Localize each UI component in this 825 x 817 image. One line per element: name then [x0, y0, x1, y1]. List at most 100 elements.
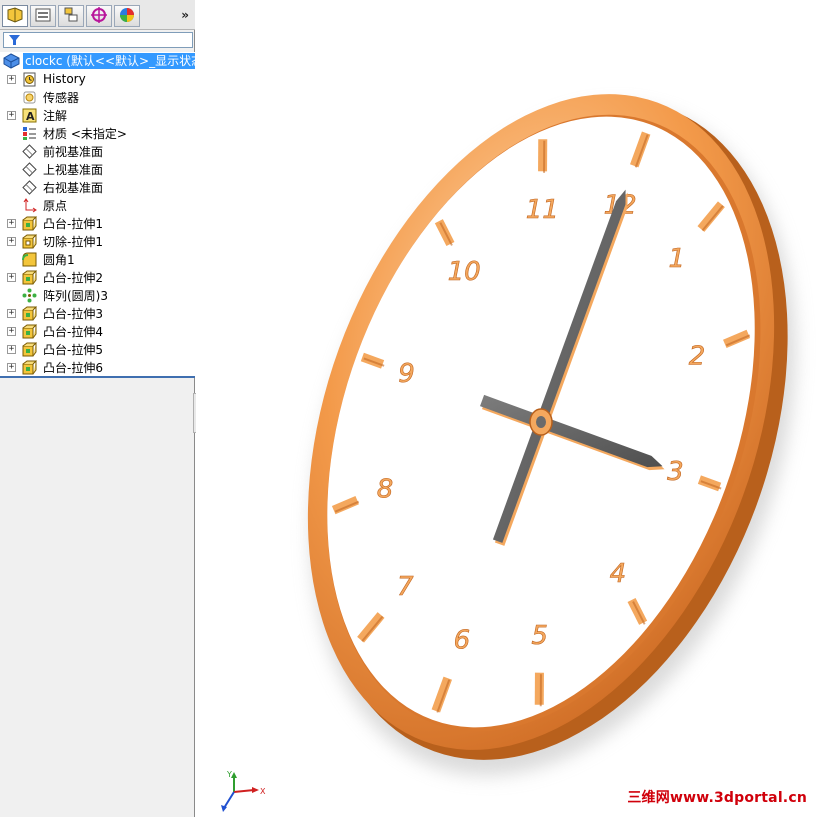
extrude-boss-icon: [21, 305, 38, 321]
configuration-suffix: (默认<<默认>_显示状态: [66, 54, 195, 68]
tree-item[interactable]: + 凸台-拉伸4: [0, 322, 195, 340]
tree-item-label: 注解: [43, 108, 68, 123]
tree-item-label: 凸台-拉伸1: [43, 216, 103, 231]
hour-numeral: 3: [667, 457, 684, 487]
tree-item[interactable]: 圆角1: [0, 250, 195, 268]
property-manager-tab[interactable]: [30, 5, 56, 27]
hour-numeral: 10: [448, 257, 481, 287]
tree-item[interactable]: + 凸台-拉伸6: [0, 358, 195, 376]
tree-expand-toggle[interactable]: +: [7, 362, 16, 372]
part-name: clockc: [25, 54, 63, 68]
hour-numeral: 4: [610, 559, 627, 589]
view-orientation-triad: Y X: [214, 768, 274, 817]
tree-expand-toggle[interactable]: +: [7, 74, 16, 84]
tree-item-label: 凸台-拉伸4: [43, 324, 103, 339]
tree-item[interactable]: 上视基准面: [0, 160, 195, 178]
tree-item[interactable]: 右视基准面: [0, 178, 195, 196]
panel-tab-bar: »: [0, 0, 195, 30]
tree-expand-toggle[interactable]: +: [7, 344, 16, 354]
dimxpert-icon: [90, 6, 108, 26]
tree-item[interactable]: 材质 <未指定>: [0, 124, 195, 142]
tree-item[interactable]: + 凸台-拉伸5: [0, 340, 195, 358]
hour-numeral: 5: [531, 621, 548, 651]
svg-text:A: A: [26, 110, 35, 123]
sensor-icon: [21, 89, 38, 105]
plane-icon: [21, 161, 38, 177]
tree-item-label: 前视基准面: [43, 144, 104, 159]
hour-numeral: 9: [398, 359, 415, 389]
tree-expand-toggle[interactable]: +: [7, 218, 16, 228]
tree-item-label: 原点: [43, 198, 68, 213]
tree-item[interactable]: + 凸台-拉伸1: [0, 214, 195, 232]
feature-tree-icon: [6, 6, 24, 26]
tree-item-label: 圆角1: [43, 252, 75, 267]
tree-item[interactable]: + A 注解: [0, 106, 195, 124]
clock-model: 123456789101112: [307, 94, 796, 776]
watermark-text: 三维网www.3dportal.cn: [627, 790, 807, 806]
origin-icon: [21, 197, 38, 213]
hour-numeral: 6: [454, 625, 471, 655]
hour-numeral: 8: [377, 474, 394, 504]
tree-item-label: 凸台-拉伸6: [43, 360, 103, 375]
tree-item-label: 凸台-拉伸3: [43, 306, 103, 321]
feature-manager-tab[interactable]: [2, 5, 28, 27]
center-pin: [536, 416, 546, 428]
extrude-boss-icon: [21, 341, 38, 357]
extrude-boss-icon: [21, 359, 38, 375]
hour-numeral: 1: [668, 244, 685, 274]
tree-root-label: clockc (默认<<默认>_显示状态: [23, 53, 195, 69]
feature-manager-panel: » clockc (默认<<默认>_显示状态 + History 传感器 + A 注解材质…: [0, 0, 201, 817]
tree-expand-toggle[interactable]: +: [7, 308, 16, 318]
circular-pattern-icon: [21, 287, 38, 303]
triad-y-label: Y: [226, 770, 232, 779]
tree-item-label: 右视基准面: [43, 180, 104, 195]
extrude-cut-icon: [21, 233, 38, 249]
tree-expand-toggle[interactable]: +: [7, 272, 16, 282]
tree-item-label: 材质 <未指定>: [43, 126, 127, 141]
triad-x-label: X: [260, 787, 266, 796]
plane-icon: [21, 143, 38, 159]
hour-numeral: 2: [689, 342, 706, 372]
expand-panel-button[interactable]: »: [181, 8, 189, 22]
graphics-viewport[interactable]: 123456789101112 Y X 三维网www.3dportal.cn: [196, 0, 825, 817]
plane-icon: [21, 179, 38, 195]
tree-item[interactable]: + History: [0, 70, 195, 88]
tree-item[interactable]: + 凸台-拉伸3: [0, 304, 195, 322]
display-manager-icon: [118, 7, 136, 26]
tree-item-label: History: [43, 72, 86, 86]
tree-expand-toggle[interactable]: +: [7, 236, 16, 246]
tree-item-label: 传感器: [43, 90, 80, 105]
extrude-boss-icon: [21, 269, 38, 285]
tree-item-label: 阵列(圆周)3: [43, 288, 108, 303]
history-icon: [21, 71, 38, 87]
tree-item-label: 凸台-拉伸5: [43, 342, 103, 357]
tree-expand-toggle[interactable]: +: [7, 110, 16, 120]
hour-numeral: 11: [526, 195, 559, 225]
material-icon: [21, 125, 38, 141]
dimxpert-manager-tab[interactable]: [86, 5, 112, 27]
property-manager-icon: [34, 7, 52, 26]
annotation-icon: A: [21, 107, 38, 123]
tree-root-part[interactable]: clockc (默认<<默认>_显示状态: [0, 52, 195, 70]
tree-item-label: 切除-拉伸1: [43, 234, 103, 249]
tree-item[interactable]: 阵列(圆周)3: [0, 286, 195, 304]
filter-icon: [9, 35, 20, 49]
tree-expand-toggle[interactable]: +: [7, 326, 16, 336]
tree-item-label: 凸台-拉伸2: [43, 270, 103, 285]
tree-item[interactable]: 传感器: [0, 88, 195, 106]
tree-item[interactable]: 前视基准面: [0, 142, 195, 160]
tree-item[interactable]: 原点: [0, 196, 195, 214]
fillet-icon: [21, 251, 38, 267]
extrude-boss-icon: [21, 323, 38, 339]
tree-item[interactable]: + 凸台-拉伸2: [0, 268, 195, 286]
configuration-manager-tab[interactable]: [58, 5, 84, 27]
feature-tree: clockc (默认<<默认>_显示状态 + History 传感器 + A 注解材质 <…: [0, 52, 195, 378]
display-manager-tab[interactable]: [114, 5, 140, 27]
tree-filter-field[interactable]: [3, 32, 193, 48]
part-icon: [3, 53, 20, 69]
extrude-boss-icon: [21, 215, 38, 231]
hour-numeral: 7: [397, 572, 414, 602]
configuration-icon: [62, 7, 80, 26]
tree-item[interactable]: + 切除-拉伸1: [0, 232, 195, 250]
tree-item-label: 上视基准面: [43, 162, 104, 177]
